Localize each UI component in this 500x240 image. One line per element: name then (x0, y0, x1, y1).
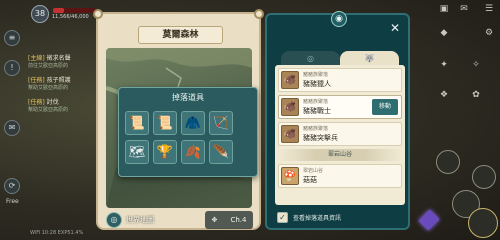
feather-icon[interactable]: 🪶 (209, 140, 233, 164)
skill-book-icon[interactable]: ❖ (438, 90, 450, 100)
channel-button[interactable]: ✥ Ch.4 (205, 211, 253, 229)
map-scroll-icon[interactable]: 🗺 (125, 140, 149, 164)
armor-chest-icon[interactable]: 🧥 (181, 111, 205, 135)
quest-description: 幫助艾歐亞高原的 (28, 107, 69, 113)
crossbow-icon[interactable]: 🏹 (209, 111, 233, 135)
quest-icon[interactable]: ! (4, 60, 20, 76)
crosshair-icon: ✥ (211, 216, 218, 224)
quest-item[interactable]: [任務] 討伐 幫助艾歐亞高原的 (28, 97, 98, 113)
free-label: Free (6, 198, 19, 205)
quest-tag: [主線] (28, 55, 45, 62)
monster-location: 翠岩山谷 (303, 168, 324, 174)
monster-icon: 🐺 (364, 53, 375, 63)
quest-title: 孩子照護 (46, 77, 71, 84)
quest-item[interactable]: [主線] 徵求名聲 前往艾歐亞高原的 (28, 53, 98, 69)
shop-icon[interactable]: ◆ (438, 28, 450, 38)
boar-avatar-icon: 🐗 (281, 98, 299, 116)
drop-info-label: 查看掉落道具資訊 (293, 215, 342, 222)
leaf-icon[interactable]: 🍂 (181, 140, 205, 164)
monster-name: 豬豬突擊兵 (303, 134, 338, 142)
golden-statue-icon[interactable]: 🏆 (153, 140, 177, 164)
menu-icon[interactable]: ☰ (483, 4, 495, 14)
menu-toggle-icon[interactable]: ≡ (4, 30, 20, 46)
monster-location: 豬豬族聚落 (303, 72, 329, 78)
monster-location: 豬豬族聚落 (303, 126, 329, 132)
quest-title: 徵求名聲 (46, 55, 71, 62)
mushroom-avatar-icon: 🍄 (281, 167, 299, 185)
monster-name: 豬豬戰士 (303, 107, 331, 115)
world-map-button[interactable]: ◎ 世界地圖 (106, 211, 168, 229)
quest-tag: [任務] (28, 99, 45, 106)
quest-tracker: [主線] 徵求名聲 前往艾歐亞高原的 [任務] 孩子照護 幫助艾歐亞高原的 [任… (28, 53, 98, 119)
scroll-icon[interactable]: 📜 (125, 111, 149, 135)
monster-row[interactable]: 🍄 翠岩山谷 菇菇 (278, 164, 402, 188)
exp-label: EXP51.4% (57, 230, 84, 236)
skill-slot-icon[interactable] (472, 165, 496, 189)
tab-target[interactable]: ◎ (281, 51, 340, 65)
monster-location: 豬豬族聚落 (303, 99, 329, 105)
globe-icon: ◎ (106, 212, 122, 228)
boar-avatar-icon: 🐗 (281, 71, 299, 89)
mail-icon[interactable]: ✉ (458, 4, 470, 14)
guild-icon[interactable]: ✦ (438, 60, 450, 70)
wifi-label: WiFi (30, 230, 41, 236)
monster-name: 菇菇 (303, 176, 317, 184)
map-ornament-icon (93, 9, 103, 19)
monster-row[interactable]: 🐗 豬豬族聚落 豬豬獵人 (278, 68, 402, 92)
crystal-skill-icon[interactable] (418, 209, 440, 231)
monster-row[interactable]: 🐗 豬豬族聚落 豬豬戰士 移動 (278, 95, 402, 119)
drop-items-grid: 📜 📜 🧥 🏹 🗺 🏆 🍂 🪶 (125, 111, 253, 164)
drop-info-toggle[interactable]: ✓ 查看掉落道具資訊 (277, 212, 341, 223)
monster-info-panel: ◉ ✕ ◎ 🐺 🐗 豬豬族聚落 豬豬獵人 🐗 豬豬族聚落 豬豬戰士 移動 🐗 豬… (265, 11, 410, 230)
quest-item[interactable]: [任務] 孩子照護 幫助艾歐亞高原的 (28, 75, 98, 91)
monster-list: 🐗 豬豬族聚落 豬豬獵人 🐗 豬豬族聚落 豬豬戰士 移動 🐗 豬豬族聚落 豬豬突… (275, 65, 405, 205)
close-icon[interactable]: ✕ (390, 21, 400, 35)
quest-title: 討伐 (46, 99, 59, 106)
hp-bar-fill (53, 8, 64, 13)
map-ornament-icon (254, 9, 264, 19)
boar-avatar-icon: 🐗 (281, 125, 299, 143)
right-hud: ▣ ✉ ☰ ◆ ⚙ ✦ ✧ ❖ ✿ (408, 0, 500, 240)
map-title: 莫爾森林 (138, 26, 223, 44)
scroll-icon[interactable]: 📜 (153, 111, 177, 135)
drop-items-popup: 掉落道具 📜 📜 🧥 🏹 🗺 🏆 🍂 🪶 (118, 87, 258, 177)
quest-description: 前往艾歐亞高原的 (28, 63, 69, 69)
ranking-icon[interactable]: ✧ (470, 60, 482, 70)
channel-label: Ch.4 (230, 216, 247, 224)
hp-text: 11,566/46,000 (52, 14, 89, 20)
player-status: 38 11,566/46,000 (0, 0, 95, 23)
quest-tag: [任務] (28, 77, 45, 84)
drop-info-checkbox[interactable]: ✓ (277, 212, 288, 223)
map-footer: ◎ 世界地圖 ✥ Ch.4 (102, 211, 255, 229)
monster-name: 豬豬獵人 (303, 80, 331, 88)
quest-description: 幫助艾歐亞高原的 (28, 85, 69, 91)
monster-book-icon: ◉ (331, 11, 347, 27)
hp-bar (53, 8, 95, 13)
drop-popup-title: 掉落道具 (172, 93, 204, 102)
world-map-label: 世界地圖 (126, 216, 154, 224)
section-header: 翠岩山谷 (278, 149, 402, 161)
monster-tabs: ◎ 🐺 (281, 51, 399, 65)
device-status-bar: WiFi 10:28 EXP51.4% (30, 230, 83, 236)
attack-button-icon[interactable] (468, 208, 498, 238)
chat-icon[interactable]: ✉ (4, 120, 20, 136)
pet-icon[interactable]: ✿ (470, 90, 482, 100)
skill-slot-icon[interactable] (436, 150, 460, 174)
monster-row[interactable]: 🐗 豬豬族聚落 豬豬突擊兵 (278, 122, 402, 146)
move-button[interactable]: 移動 (372, 99, 398, 115)
tab-monster[interactable]: 🐺 (340, 51, 399, 65)
settings-icon[interactable]: ⚙ (483, 28, 495, 38)
level-badge: 38 (31, 5, 49, 23)
clock-label: 10:28 (41, 230, 57, 236)
bag-icon[interactable]: ▣ (438, 4, 450, 14)
auto-icon[interactable]: ⟳ (4, 178, 20, 194)
target-icon: ◎ (307, 53, 314, 63)
